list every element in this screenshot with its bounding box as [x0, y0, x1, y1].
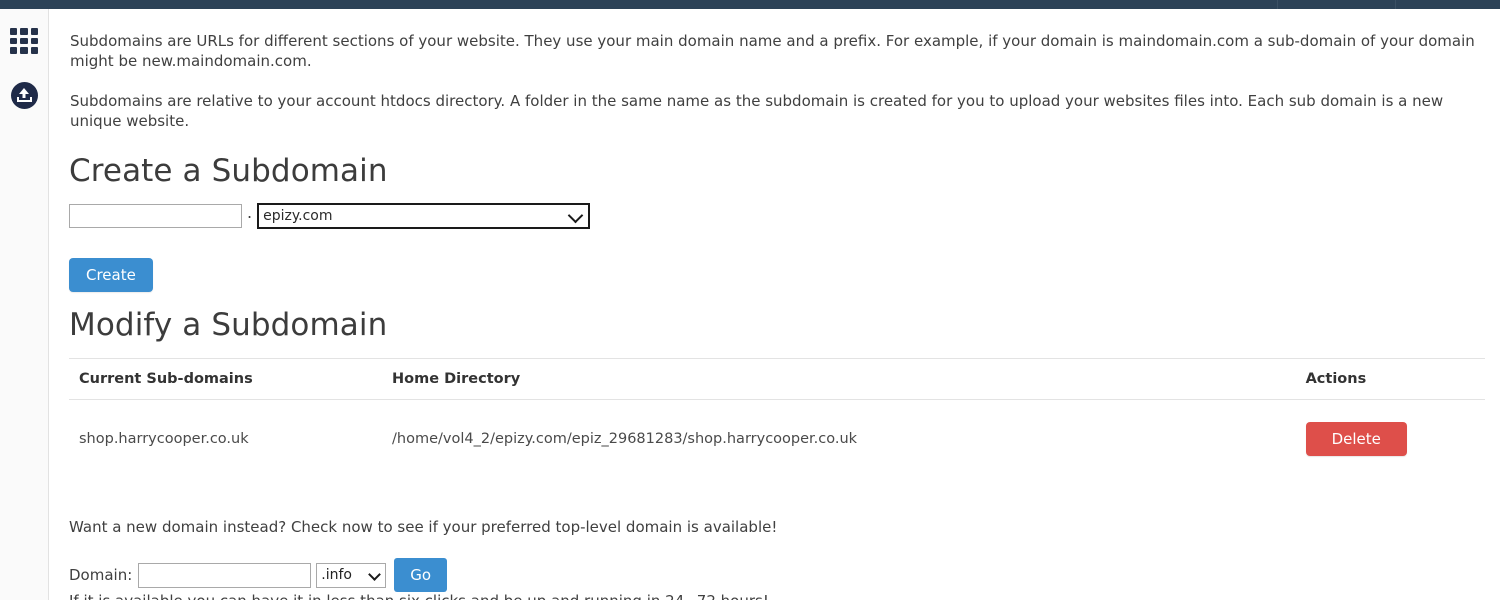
tld-select[interactable]: .info: [316, 562, 387, 588]
intro-paragraph-2: Subdomains are relative to your account …: [70, 92, 1444, 130]
top-bar: [0, 0, 1500, 9]
cell-actions: Delete: [1295, 399, 1485, 479]
column-header-current-subdomains: Current Sub-domains: [69, 358, 383, 400]
subdomains-table: Current Sub-domains Home Directory Actio…: [69, 358, 1485, 479]
go-button[interactable]: Go: [394, 558, 448, 592]
top-bar-divider-2: [1395, 0, 1396, 9]
create-button[interactable]: Create: [69, 258, 153, 292]
sidebar-item-apps[interactable]: [0, 17, 48, 65]
upload-icon: [10, 81, 38, 109]
top-bar-divider-1: [1277, 0, 1278, 9]
domain-label: Domain:: [69, 566, 133, 584]
intro-paragraph-1: Subdomains are URLs for different sectio…: [70, 32, 1475, 70]
domain-select-wrapper: epizy.com: [257, 203, 591, 229]
column-header-actions: Actions: [1295, 358, 1485, 400]
cell-home-directory: /home/vol4_2/epizy.com/epiz_29681283/sho…: [382, 399, 1296, 479]
cell-subdomain: shop.harrycooper.co.uk: [69, 399, 383, 479]
table-row: shop.harrycooper.co.uk /home/vol4_2/epiz…: [69, 399, 1485, 479]
column-header-home-directory: Home Directory: [382, 358, 1296, 400]
create-subdomain-form: . epizy.com: [69, 202, 591, 230]
apps-grid-icon: [10, 28, 38, 54]
subdomain-name-input[interactable]: [69, 204, 242, 228]
domain-footnote: If it is available you can have it in le…: [69, 591, 769, 600]
domain-search-input[interactable]: [138, 562, 312, 588]
domain-search-form: Domain: .info Go: [69, 558, 448, 592]
domain-select[interactable]: epizy.com: [257, 203, 591, 229]
create-subdomain-heading: Create a Subdomain: [69, 153, 388, 189]
tld-select-wrapper: .info: [311, 562, 387, 588]
dot-separator: .: [247, 203, 253, 222]
table-header-row: Current Sub-domains Home Directory Actio…: [69, 358, 1485, 400]
modify-subdomain-heading: Modify a Subdomain: [69, 307, 388, 343]
sidebar-item-upload[interactable]: [0, 71, 48, 119]
left-sidebar: [0, 9, 49, 600]
main-content: Subdomains are URLs for different sectio…: [55, 9, 1500, 600]
domain-promo-text: Want a new domain instead? Check now to …: [69, 518, 778, 536]
delete-button[interactable]: Delete: [1305, 422, 1407, 456]
